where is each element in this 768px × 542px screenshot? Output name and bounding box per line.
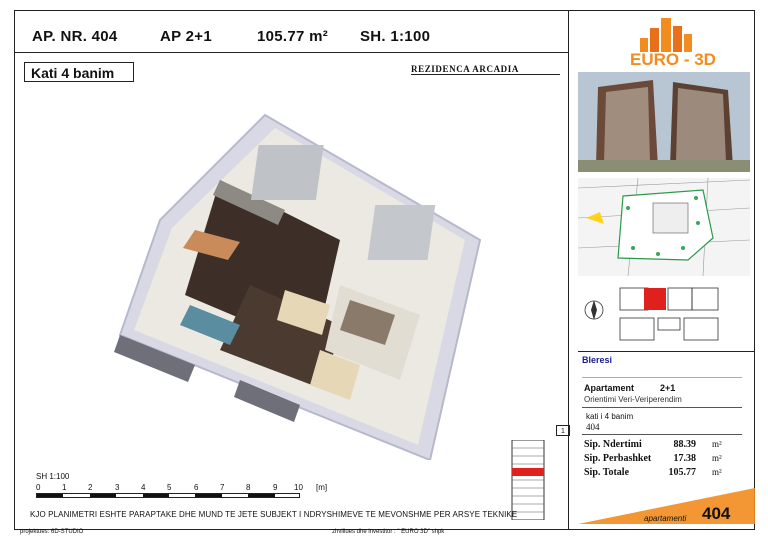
buyer-field-line <box>582 377 742 378</box>
floor-label: Kati 4 banim <box>24 62 134 82</box>
scale-tick: 1 <box>62 483 67 492</box>
apartment-number: AP. NR. 404 <box>32 28 118 45</box>
floor-small: kati i 4 banim <box>586 412 634 421</box>
scale-tick: 9 <box>273 483 278 492</box>
area-unit: m² <box>712 453 722 463</box>
building-elevation-icon <box>511 440 545 520</box>
apartment-number-small: 404 <box>586 422 600 432</box>
apartment-label: Apartament <box>584 383 635 393</box>
area-label: Sip. Perbashket <box>584 453 652 464</box>
residence-name: REZIDENCA ARCADIA <box>411 64 519 74</box>
scale-tick: 7 <box>220 483 225 492</box>
page-marker: 1 <box>556 425 570 436</box>
drawing-scale: SH. 1:100 <box>360 28 431 45</box>
area-label: Sip. Totale <box>584 467 630 478</box>
key-plan-image <box>584 287 719 341</box>
scale-tick: 10 <box>294 483 303 492</box>
disclaimer: KJO PLANIMETRI ESHTE PARAPTAKE DHE MUND … <box>30 510 518 519</box>
site-map-image <box>578 178 750 276</box>
area-value: 105.77 <box>668 467 697 478</box>
apartment-area: 105.77 m² <box>257 28 329 45</box>
scale-bar <box>36 493 300 498</box>
residence-underline <box>411 74 560 75</box>
scale-tick: 2 <box>88 483 93 492</box>
scale-tick: 4 <box>141 483 146 492</box>
scale-tick: 8 <box>246 483 251 492</box>
orientation: Orientimi Veri-Veriperendim <box>584 395 682 404</box>
scale-tick: 3 <box>115 483 120 492</box>
apartment-type: AP 2+1 <box>160 28 212 45</box>
floor-plan-render <box>114 113 482 460</box>
area-value: 88.39 <box>673 439 697 450</box>
apartment-type-side: 2+1 <box>660 383 676 393</box>
section-rule <box>582 434 742 435</box>
scale-bar-label: SH 1:100 <box>36 472 70 481</box>
scale-tick: 5 <box>167 483 172 492</box>
panel-divider <box>568 10 569 530</box>
area-value: 17.38 <box>673 453 697 464</box>
buyer-rule <box>578 351 755 352</box>
header-rule <box>14 52 568 53</box>
scale-tick: 6 <box>194 483 199 492</box>
scale-unit: [m] <box>316 483 328 492</box>
section-rule <box>582 407 742 408</box>
developer-credit: zhvillues dhe investitor : " EURO 3D" sh… <box>332 529 445 535</box>
logo-text: EURO - 3D <box>630 50 716 69</box>
area-unit: m² <box>712 439 722 449</box>
building-render-image <box>578 72 750 172</box>
footer-number: 404 <box>702 504 731 523</box>
buyer-label: Bleresi <box>582 355 613 365</box>
footer-label: apartamenti <box>644 514 687 523</box>
project-credit: projektues: 6D-STUDIO <box>20 529 84 535</box>
area-label: Sip. Ndertimi <box>584 439 642 450</box>
area-unit: m² <box>712 467 722 477</box>
scale-tick: 0 <box>36 483 41 492</box>
